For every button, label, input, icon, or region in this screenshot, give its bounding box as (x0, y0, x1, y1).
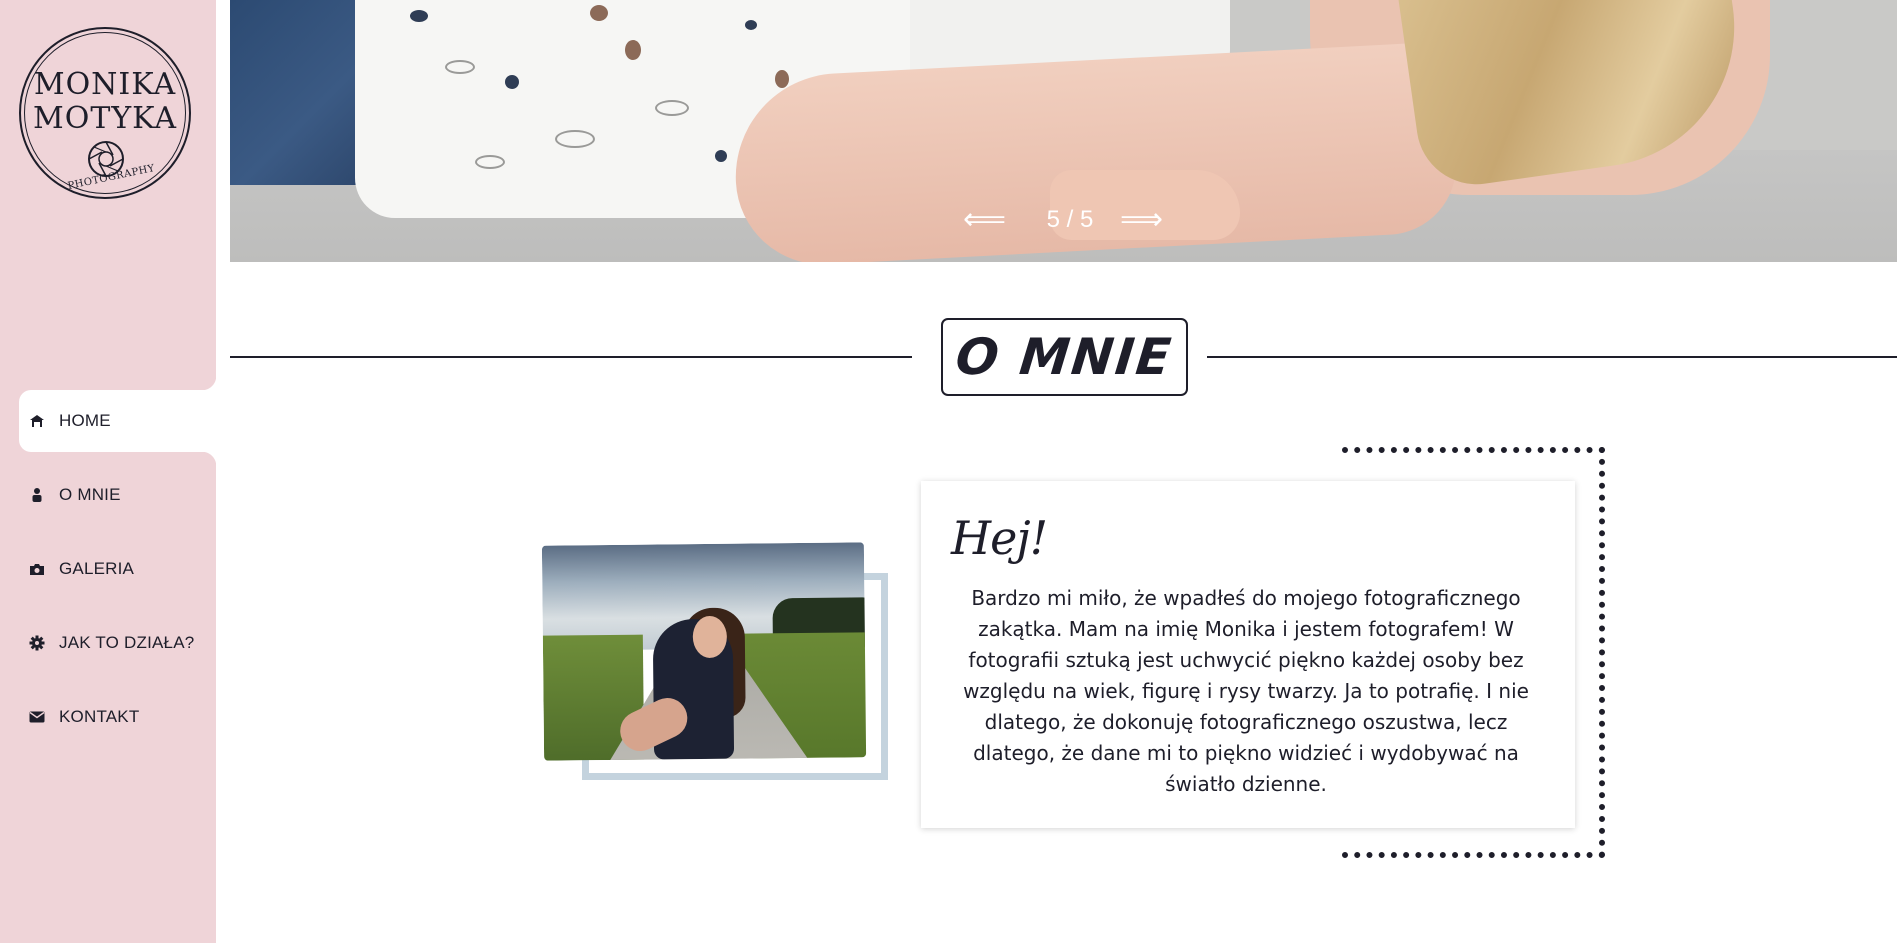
nav-label-kontakt: KONTAKT (59, 707, 140, 726)
section-heading-box: O MNIE (941, 318, 1188, 396)
nav-item-galeria[interactable]: GALERIA (28, 555, 134, 583)
nav-label-galeria: GALERIA (59, 559, 135, 578)
nav-item-home[interactable]: HOME (28, 407, 111, 435)
heading-divider-right (1207, 356, 1897, 358)
nav-item-o-mnie[interactable]: O MNIE (28, 481, 121, 509)
person-icon (28, 486, 46, 504)
hero-slider: ⟸ 5 / 5 ⟹ (230, 0, 1897, 262)
nav-item-jak-to-dziala[interactable]: JAK TO DZIAŁA? (28, 629, 194, 657)
slider-controls: ⟸ 5 / 5 ⟹ (230, 200, 1897, 240)
nav-item-kontakt[interactable]: KONTAKT (28, 703, 139, 731)
nav-label-o-mnie: O MNIE (59, 485, 121, 504)
about-card-text: Bardzo mi miło, że wpadłeś do mojego fot… (963, 586, 1529, 796)
about-card-title: Hej! (951, 511, 1048, 565)
camera-icon (28, 560, 46, 578)
logo-last-name: MOTYKA (33, 101, 177, 136)
slider-prev-arrow-icon[interactable]: ⟸ (963, 200, 1006, 240)
home-icon (28, 412, 46, 430)
sidebar: MONIKA MOTYKA PHOTOGRAPHY HOME O MNIE GA… (0, 0, 216, 943)
slider-counter: 5 / 5 (1046, 206, 1094, 233)
slider-next-arrow-icon[interactable]: ⟹ (1120, 200, 1163, 240)
section-heading: O MNIE (953, 328, 1176, 386)
nav-label-home: HOME (59, 411, 111, 430)
nav-label-jak-to-dziala: JAK TO DZIAŁA? (59, 633, 195, 652)
aperture-icon (88, 141, 124, 177)
logo[interactable]: MONIKA MOTYKA PHOTOGRAPHY (19, 27, 191, 199)
logo-first-name: MONIKA (33, 67, 177, 102)
gear-icon (28, 634, 46, 652)
about-card: Hej! Bardzo mi miło, że wpadłeś do mojeg… (921, 481, 1575, 828)
envelope-icon (28, 708, 46, 726)
heading-divider-left (230, 356, 912, 358)
logo-subtitle: PHOTOGRAPHY (66, 162, 156, 193)
about-photo (541, 542, 867, 761)
